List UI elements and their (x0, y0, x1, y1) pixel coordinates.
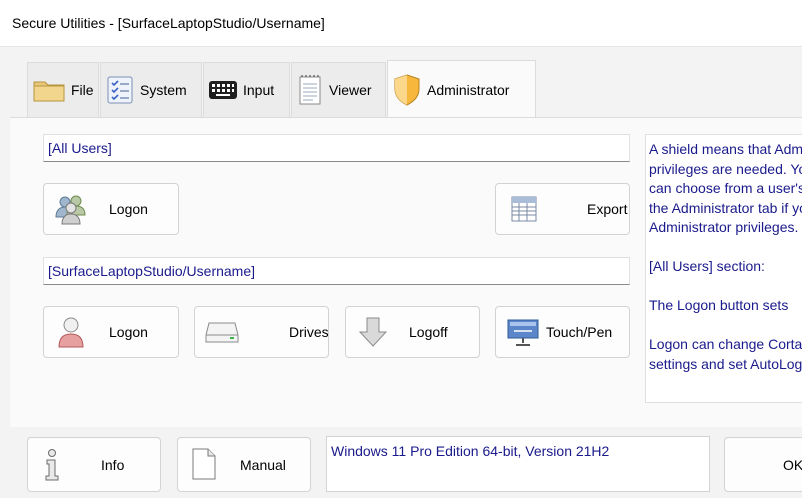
help-line (649, 316, 802, 336)
tab-file[interactable]: File (27, 62, 99, 117)
users-group-icon (54, 193, 88, 225)
app-window: Secure Utilities - [SurfaceLaptopStudio/… (0, 0, 802, 498)
help-line: settings and set AutoLogon (649, 355, 802, 372)
user-header: [SurfaceLaptopStudio/Username] (43, 257, 630, 285)
ok-label: OK (783, 457, 802, 473)
help-line: Administrator privileges. (649, 219, 799, 235)
folder-icon (32, 77, 66, 103)
info-icon (42, 448, 62, 482)
drives-button[interactable]: Drives (194, 306, 329, 358)
touch-pen-label: Touch/Pen (546, 324, 613, 340)
export-label: Export (587, 201, 628, 217)
user-logon-label: Logon (109, 324, 148, 340)
help-line: privileges are needed. You (649, 160, 802, 177)
touch-pen-button[interactable]: Touch/Pen (495, 306, 630, 358)
help-line: can choose from a user's (649, 180, 802, 196)
tab-viewer-label: Viewer (329, 82, 372, 98)
tab-system[interactable]: System (100, 62, 202, 117)
help-line: the Administrator tab if you have (649, 199, 802, 216)
tab-input-label: Input (243, 82, 275, 98)
help-line: The Logon button sets (649, 297, 789, 313)
document-icon (191, 447, 217, 481)
window-title: Secure Utilities - [SurfaceLaptopStudio/… (12, 15, 325, 31)
drive-icon (205, 319, 239, 345)
help-line (649, 238, 802, 258)
user-logon-button[interactable]: Logon (43, 306, 179, 358)
drives-label: Drives (289, 324, 329, 340)
logoff-button[interactable]: Logoff (345, 306, 480, 358)
export-button[interactable]: Export (495, 183, 630, 235)
help-line: Logon can change Cortana (649, 336, 802, 352)
tab-strip: File System Input Viewer Administrator (0, 46, 802, 118)
tab-administrator-label: Administrator (427, 81, 510, 98)
all-users-logon-label: Logon (109, 201, 148, 217)
user-icon (56, 316, 86, 348)
shield-icon (392, 73, 422, 107)
keyboard-icon (208, 79, 238, 101)
ok-button[interactable]: OK (724, 437, 802, 492)
tab-input[interactable]: Input (203, 62, 290, 117)
checklist-icon (105, 75, 135, 105)
manual-label: Manual (240, 457, 286, 473)
spreadsheet-icon (510, 195, 538, 223)
notepad-icon (296, 74, 324, 106)
all-users-header: [All Users] (43, 134, 630, 162)
info-label: Info (101, 457, 125, 473)
os-version-status: Windows 11 Pro Edition 64-bit, Version 2… (326, 436, 710, 492)
help-line: A shield means that Administrator (649, 141, 802, 157)
manual-button[interactable]: Manual (177, 437, 311, 492)
help-line (649, 277, 802, 297)
title-bar: Secure Utilities - [SurfaceLaptopStudio/… (0, 0, 802, 46)
help-text-pane[interactable]: A shield means that Administrator privil… (645, 134, 802, 403)
tab-viewer[interactable]: Viewer (291, 62, 386, 117)
info-button[interactable]: Info (27, 437, 161, 492)
arrow-down-icon (358, 316, 388, 348)
tab-file-label: File (71, 82, 94, 98)
tab-system-label: System (140, 82, 187, 98)
all-users-logon-button[interactable]: Logon (43, 183, 179, 235)
help-line: [All Users] section: (649, 258, 765, 274)
logoff-label: Logoff (409, 324, 448, 340)
tablet-pen-icon (506, 317, 540, 347)
tab-administrator[interactable]: Administrator (387, 60, 536, 118)
